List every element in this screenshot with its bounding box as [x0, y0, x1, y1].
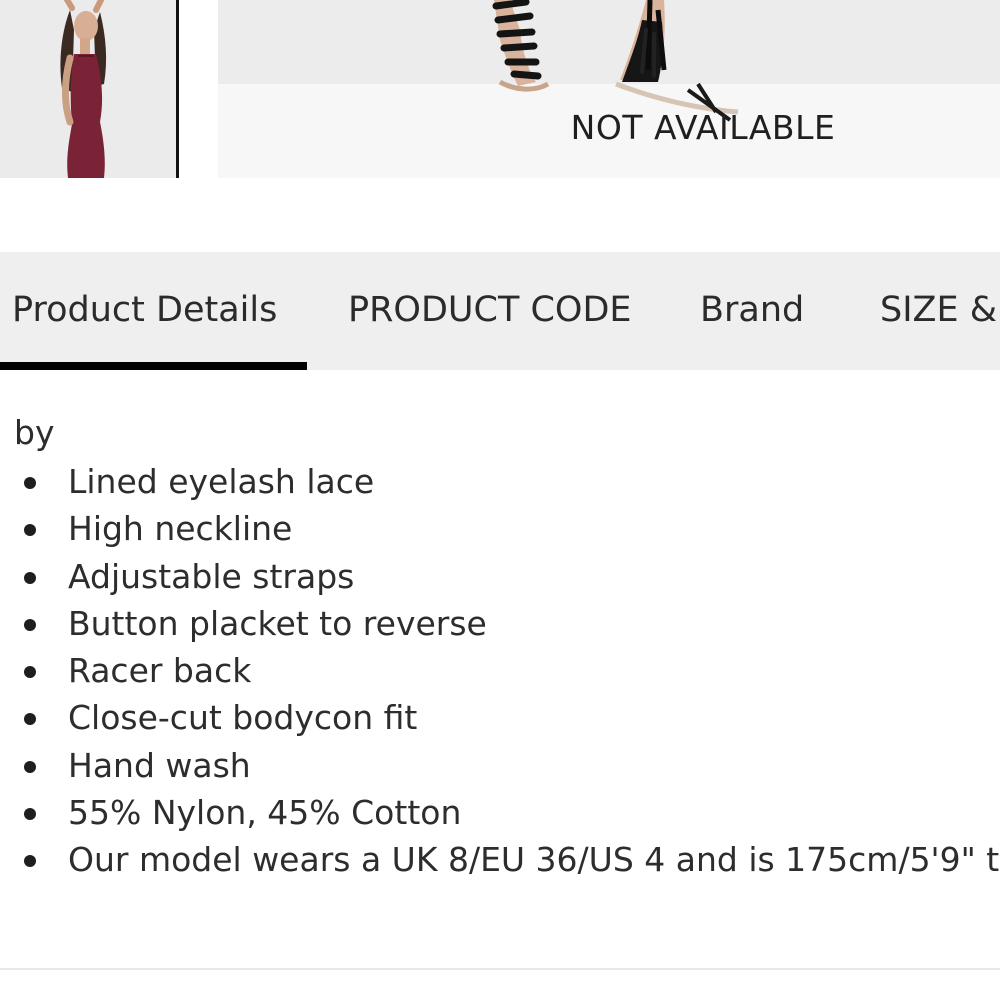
bullet-icon	[24, 666, 36, 679]
sandals-image	[492, 0, 739, 122]
list-item-text: Hand wash	[68, 745, 251, 785]
bullet-icon	[24, 618, 36, 631]
bullet-icon	[24, 760, 36, 773]
tab-product-details[interactable]: Product Details	[12, 290, 277, 330]
bullet-icon	[24, 477, 36, 489]
list-item-text: 55% Nylon, 45% Cotton	[68, 793, 462, 833]
product-thumbnail[interactable]	[0, 0, 176, 178]
brand-intro-text: by	[14, 413, 55, 452]
list-item: Hand wash	[0, 742, 1000, 789]
main-product-image[interactable]: NOT AVAILABLE	[218, 0, 1000, 178]
thumbnail-selected-border	[176, 0, 179, 178]
active-tab-indicator	[0, 362, 307, 370]
tab-product-code[interactable]: PRODUCT CODE	[348, 290, 632, 330]
list-item: Button placket to reverse	[0, 600, 1000, 647]
list-item: Adjustable straps	[0, 553, 1000, 600]
list-item: High neckline	[0, 505, 1000, 552]
details-tab-bar: Product Details PRODUCT CODE Brand SIZE …	[0, 252, 1000, 370]
product-page: NOT AVAILABLE Product Details PRODUCT CO…	[0, 0, 1000, 1000]
bullet-icon	[24, 524, 36, 537]
bullet-icon	[24, 713, 36, 726]
list-item: Lined eyelash lace	[0, 458, 1000, 505]
tab-brand[interactable]: Brand	[700, 290, 804, 330]
feature-list: Lined eyelash lace High neckline Adjusta…	[0, 458, 1000, 884]
list-item: Our model wears a UK 8/EU 36/US 4 and is…	[0, 836, 1000, 883]
list-item-text: Lined eyelash lace	[68, 462, 375, 501]
list-item-text: High neckline	[68, 509, 293, 549]
list-item-text: Close-cut bodycon fit	[68, 698, 418, 738]
list-item: Close-cut bodycon fit	[0, 694, 1000, 741]
model-thumbnail-image	[0, 0, 176, 178]
list-item-text: Adjustable straps	[68, 556, 355, 596]
tab-size-fit[interactable]: SIZE &	[880, 290, 997, 330]
list-item-text: Our model wears a UK 8/EU 36/US 4 and is…	[68, 840, 1000, 880]
bullet-icon	[24, 571, 36, 584]
bullet-icon	[24, 808, 36, 821]
list-item-text: Button placket to reverse	[68, 603, 487, 643]
list-item-text: Racer back	[68, 651, 252, 691]
availability-label: NOT AVAILABLE	[570, 108, 836, 147]
list-item: Racer back	[0, 647, 1000, 694]
list-item: 55% Nylon, 45% Cotton	[0, 789, 1000, 836]
bullet-icon	[24, 855, 36, 868]
section-divider	[0, 968, 1000, 970]
product-description: by Lined eyelash lace High neckline Adju…	[0, 408, 1000, 884]
